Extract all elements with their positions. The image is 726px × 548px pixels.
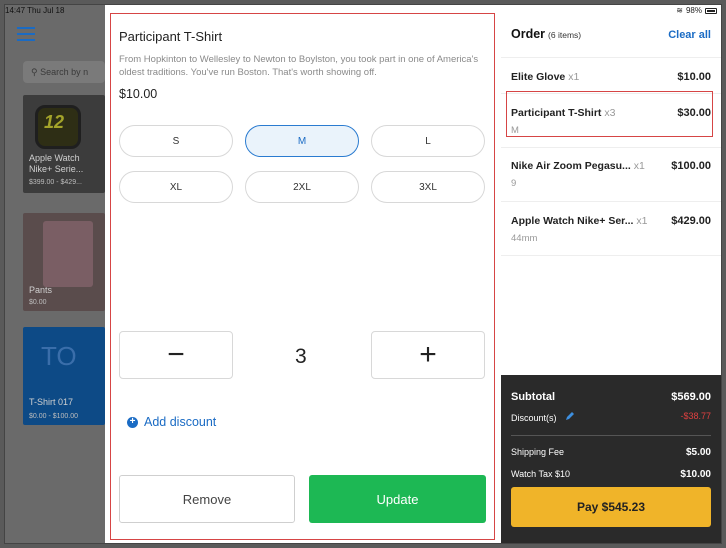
search-input[interactable]: ⚲ Search by n bbox=[23, 61, 105, 83]
battery-percent: 98% bbox=[685, 6, 702, 15]
tile-title: Apple Watch Nike+ Serie... bbox=[29, 153, 84, 174]
quantity-value: 3 bbox=[295, 345, 307, 368]
increment-button[interactable]: + bbox=[371, 331, 485, 379]
modal-price: $10.00 bbox=[119, 87, 158, 101]
search-placeholder: Search by n bbox=[40, 67, 89, 77]
edit-pencil-icon[interactable] bbox=[565, 411, 575, 421]
subtotal-row: Subtotal $569.00 bbox=[511, 391, 711, 403]
item-edit-modal bbox=[105, 5, 501, 543]
discount-row[interactable]: Discount(s) -$38.77 bbox=[511, 411, 711, 423]
pay-button[interactable]: Pay $545.23 bbox=[511, 487, 711, 527]
plus-icon: + bbox=[419, 338, 437, 371]
modal-title: Participant T-Shirt bbox=[119, 29, 223, 44]
tile-initials: TO bbox=[41, 341, 77, 371]
catalog-panel: 14:47 Thu Jul 18 ⚲ Search by n 12 Apple … bbox=[5, 5, 105, 543]
remove-button[interactable]: Remove bbox=[119, 475, 295, 523]
tile-price: $399.00 - $429... bbox=[29, 179, 82, 186]
tile-title: Pants bbox=[29, 285, 53, 295]
plus-circle-icon: + bbox=[127, 416, 138, 428]
order-line-item[interactable]: Nike Air Zoom Pegasu... x1 9 $100.00 bbox=[501, 147, 721, 201]
shipping-row: Shipping Fee $5.00 bbox=[511, 447, 711, 458]
clear-all-button[interactable]: Clear all bbox=[668, 29, 711, 41]
menu-icon[interactable] bbox=[17, 27, 35, 41]
size-option-s[interactable]: S bbox=[119, 125, 233, 157]
tax-row: Watch Tax $10 $10.00 bbox=[511, 469, 711, 480]
minus-icon: − bbox=[167, 338, 185, 371]
decrement-button[interactable]: − bbox=[119, 331, 233, 379]
order-line-item[interactable]: Apple Watch Nike+ Ser... x1 44mm $429.00 bbox=[501, 201, 721, 255]
search-icon: ⚲ bbox=[31, 67, 38, 77]
tile-price: $0.00 bbox=[29, 299, 47, 306]
size-option-l[interactable]: L bbox=[371, 125, 485, 157]
tile-price: $0.00 - $100.00 bbox=[29, 413, 79, 420]
add-discount-button[interactable]: + Add discount bbox=[127, 415, 216, 429]
status-indicators: ≋ 98% bbox=[676, 6, 717, 15]
watch-image: 12 bbox=[35, 105, 81, 149]
update-button[interactable]: Update bbox=[309, 475, 486, 523]
battery-icon bbox=[705, 7, 717, 14]
product-tile-pants[interactable]: Pants $0.00 bbox=[23, 213, 105, 311]
size-option-xl[interactable]: XL bbox=[119, 171, 233, 203]
pants-image bbox=[43, 221, 93, 287]
order-line-item[interactable]: Participant T-Shirt x3 M $30.00 bbox=[501, 93, 721, 143]
wifi-icon: ≋ bbox=[676, 6, 683, 15]
tile-title: T-Shirt 017 bbox=[29, 397, 74, 407]
modal-description: From Hopkinton to Wellesley to Newton to… bbox=[119, 54, 479, 78]
divider bbox=[511, 435, 711, 436]
divider bbox=[501, 255, 721, 256]
order-title: Order (6 items) bbox=[511, 27, 582, 41]
product-tile-tshirt[interactable]: TO T-Shirt 017 $0.00 - $100.00 bbox=[23, 327, 105, 425]
size-option-m[interactable]: M bbox=[245, 125, 359, 157]
size-option-3xl[interactable]: 3XL bbox=[371, 171, 485, 203]
size-option-2xl[interactable]: 2XL bbox=[245, 171, 359, 203]
product-tile-apple-watch[interactable]: 12 Apple Watch Nike+ Serie... $399.00 - … bbox=[23, 95, 105, 193]
app-frame: 14:47 Thu Jul 18 ⚲ Search by n 12 Apple … bbox=[4, 4, 722, 544]
add-discount-label: Add discount bbox=[144, 415, 217, 429]
order-line-item[interactable]: Elite Glove x1 $10.00 bbox=[501, 57, 721, 93]
totals-panel: Subtotal $569.00 Discount(s) -$38.77 Shi… bbox=[501, 375, 721, 543]
status-time: 14:47 Thu Jul 18 bbox=[5, 6, 65, 15]
item-count: (6 items) bbox=[548, 30, 582, 40]
